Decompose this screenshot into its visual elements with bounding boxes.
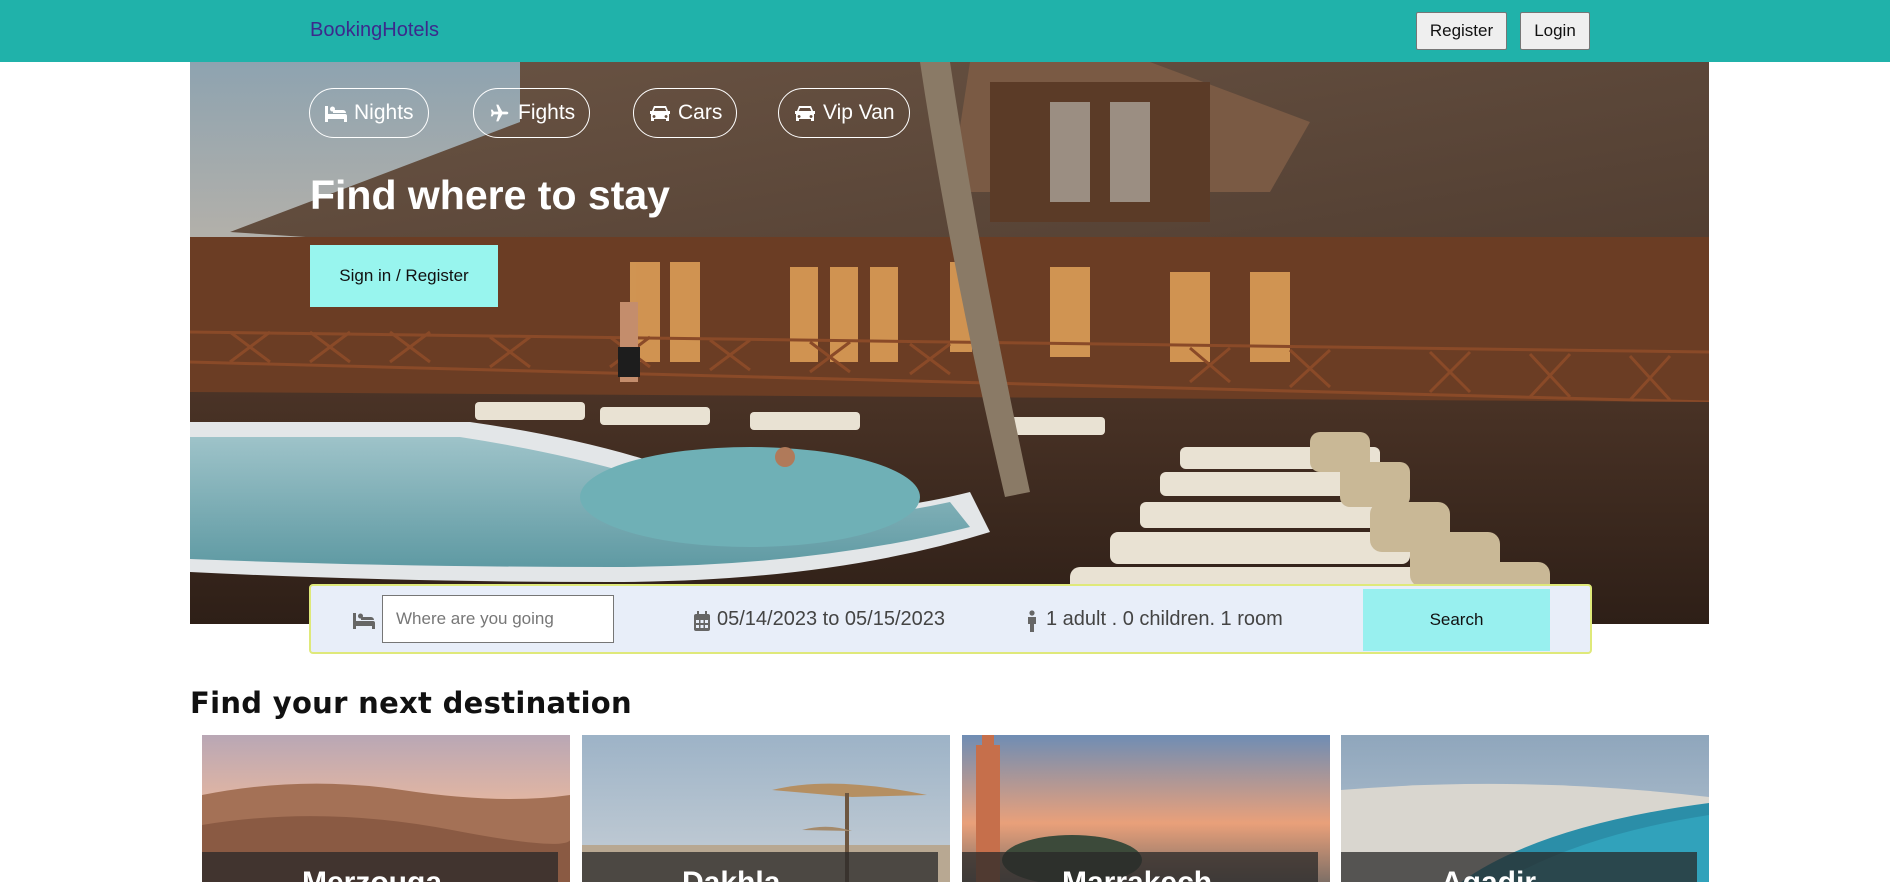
destination-card[interactable]: Marrakech — [962, 735, 1330, 882]
tab-label: Fights — [518, 101, 576, 124]
tab-flights[interactable]: Fights — [473, 88, 591, 138]
hero-title: Find where to stay — [310, 172, 670, 218]
sign-in-register-button[interactable]: Sign in / Register — [310, 245, 498, 307]
tab-label: Cars — [678, 101, 723, 124]
card-title: Dakhla — [682, 866, 780, 882]
person-icon — [1028, 610, 1036, 632]
hero-resort-image — [190, 62, 1709, 624]
card-title: Merzouga — [302, 866, 442, 882]
car-icon — [795, 106, 815, 121]
brand-logo[interactable]: BookingHotels — [310, 19, 439, 42]
bed-icon — [325, 106, 347, 122]
tab-cars[interactable]: Cars — [633, 88, 738, 138]
date-range-picker[interactable]: 05/14/2023 to 05/15/2023 — [717, 608, 945, 631]
search-button[interactable]: Search — [1363, 589, 1550, 651]
login-button[interactable]: Login — [1520, 12, 1590, 50]
tab-nights[interactable]: Nights — [309, 88, 429, 138]
top-navbar: BookingHotels Register Login — [0, 0, 1890, 62]
tab-vip-van[interactable]: Vip Van — [778, 88, 910, 138]
bed-icon — [353, 613, 375, 629]
card-title: Agadir — [1441, 866, 1536, 882]
destination-card[interactable]: Merzouga — [202, 735, 570, 882]
car-icon — [650, 106, 670, 121]
search-bar: 05/14/2023 to 05/15/2023 1 adult . 0 chi… — [309, 584, 1592, 654]
tab-label: Nights — [354, 101, 414, 124]
destination-card[interactable]: Agadir — [1341, 735, 1709, 882]
register-button[interactable]: Register — [1416, 12, 1507, 50]
destination-input[interactable] — [382, 595, 614, 643]
card-title: Marrakech — [1062, 866, 1212, 882]
destination-card[interactable]: Dakhla — [582, 735, 950, 882]
calendar-icon — [694, 611, 710, 631]
destinations-heading: Find your next destination — [190, 686, 632, 720]
tab-label: Vip Van — [823, 101, 895, 124]
plane-icon — [490, 104, 509, 122]
guests-selector[interactable]: 1 adult . 0 children. 1 room — [1046, 608, 1283, 631]
hero-banner: Nights Fights Cars Vip Van Find where to… — [190, 62, 1709, 624]
